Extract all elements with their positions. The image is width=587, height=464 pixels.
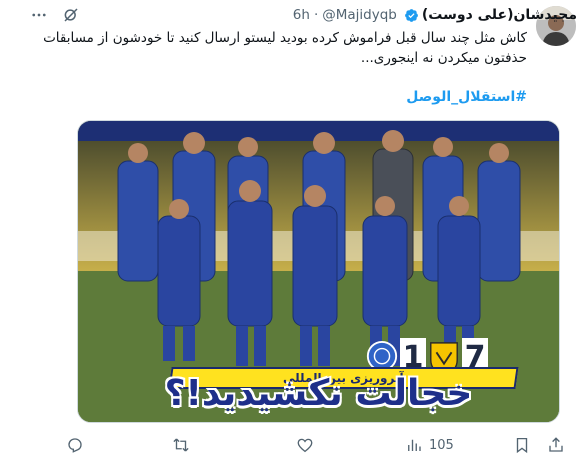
bookmark-icon bbox=[516, 437, 528, 454]
bookmark-button[interactable] bbox=[513, 436, 531, 454]
share-button[interactable] bbox=[547, 436, 565, 454]
tweet-image[interactable]: 1 7 آبروریزی بین المللی خجالت نکشیدید!؟ bbox=[77, 120, 560, 423]
separator-dot: · bbox=[313, 7, 319, 23]
more-icon[interactable] bbox=[30, 6, 48, 24]
tweet-text-line: کاش مثل چند سال قبل فراموش کرده بودید لی… bbox=[43, 30, 527, 46]
retweet-icon bbox=[173, 438, 189, 452]
views-icon bbox=[408, 439, 421, 451]
tweet[interactable]: مجیدشان(علی دوست) @Majidyqb · 6h کاش مثل… bbox=[0, 0, 587, 464]
timestamp[interactable]: 6h bbox=[293, 7, 310, 23]
author-name[interactable]: مجیدشان(علی دوست) bbox=[422, 7, 577, 23]
tweet-header: مجیدشان(علی دوست) @Majidyqb · 6h bbox=[60, 4, 577, 26]
share-icon bbox=[549, 437, 563, 452]
author-handle[interactable]: @Majidyqb bbox=[322, 7, 397, 23]
reply-icon bbox=[68, 438, 82, 453]
headline: خجالت نکشیدید!؟ bbox=[164, 373, 473, 414]
views-count: 105 bbox=[429, 437, 454, 453]
views-button[interactable]: 105 bbox=[405, 436, 454, 454]
tweet-text-line: حذفتون میکردن نه اینجوری... bbox=[360, 50, 527, 66]
action-bar: 105 bbox=[0, 436, 587, 458]
hashtag-link[interactable]: #استقلال_الوصل bbox=[406, 89, 527, 105]
reply-button[interactable] bbox=[66, 436, 84, 454]
grok-icon[interactable] bbox=[62, 6, 80, 24]
like-button[interactable] bbox=[296, 436, 314, 454]
tweet-text: کاش مثل چند سال قبل فراموش کرده بودید لی… bbox=[12, 28, 527, 68]
header-actions bbox=[30, 6, 80, 24]
like-icon bbox=[297, 438, 313, 453]
retweet-button[interactable] bbox=[172, 436, 190, 454]
verified-icon bbox=[404, 8, 419, 23]
